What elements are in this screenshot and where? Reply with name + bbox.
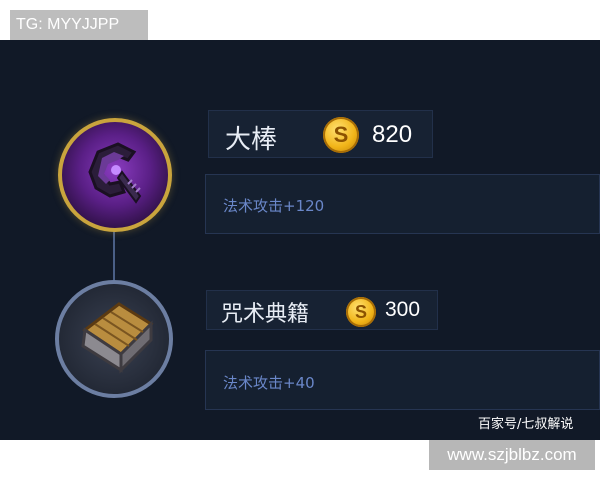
- item-name: 大棒: [225, 125, 278, 155]
- coin-symbol: S: [333, 122, 349, 147]
- tg-watermark-badge: TG: MYYJJPP: [10, 10, 148, 40]
- item-price: 820: [372, 121, 413, 148]
- coin-symbol: S: [354, 302, 367, 322]
- item-stat-text: 法术攻击+120: [223, 197, 325, 215]
- item-stat-box: 法术攻击+120: [205, 174, 600, 234]
- item-stat-text: 法术攻击+40: [223, 374, 315, 392]
- gold-coin-icon: S: [346, 297, 376, 327]
- item-price: 300: [385, 298, 421, 321]
- item-stat-box: 法术攻击+40: [205, 350, 600, 410]
- gold-coin-icon: S: [323, 117, 359, 153]
- spell-book-icon[interactable]: [55, 280, 173, 398]
- magic-staff-icon[interactable]: [58, 118, 172, 232]
- item-header-row: 大棒 S 820: [208, 110, 433, 158]
- item-header-row: 咒术典籍 S 300: [206, 290, 438, 330]
- upgrade-path-connector: [113, 225, 115, 283]
- site-watermark: www.szjblbz.com: [429, 440, 595, 470]
- source-credit: 百家号/七叔解说: [478, 417, 574, 432]
- item-upgrade-panel: 大棒 S 820 法术攻击+120 咒术典籍 S 300 法术攻击+40: [0, 40, 600, 440]
- item-name: 咒术典籍: [221, 302, 310, 327]
